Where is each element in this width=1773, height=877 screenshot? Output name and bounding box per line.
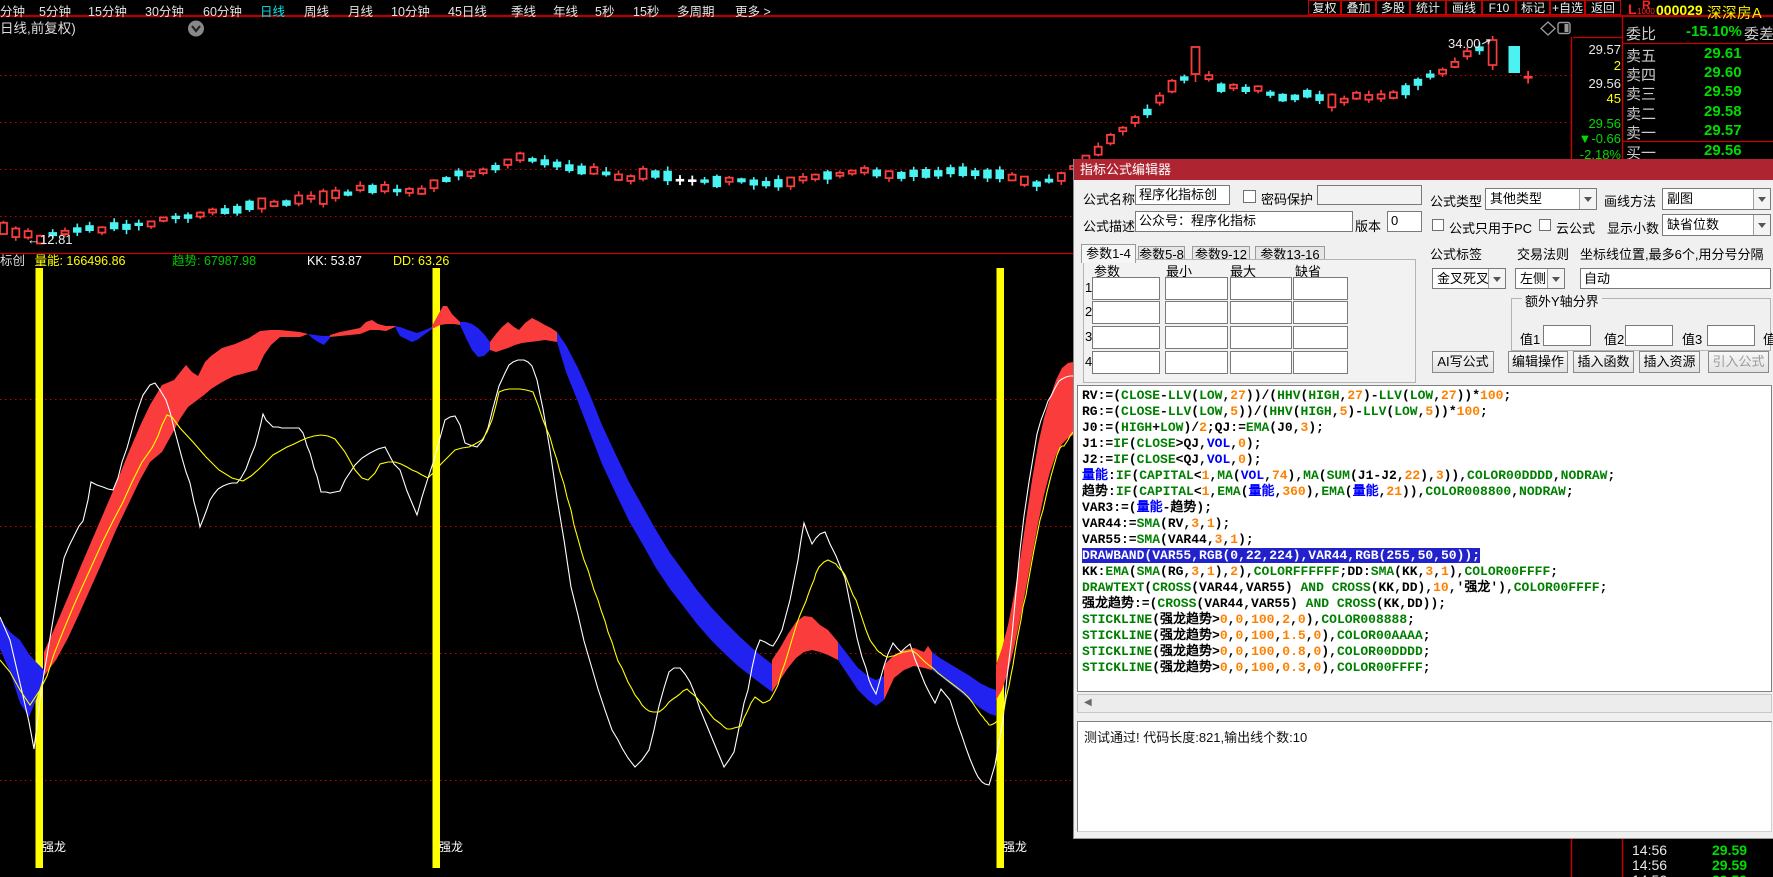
svg-text:日线,前复权): 日线,前复权)	[0, 20, 76, 36]
svg-text:34.00: 34.00	[1448, 36, 1481, 51]
svg-text:←12.81: ←12.81	[27, 232, 73, 247]
svg-text:强龙: 强龙	[439, 840, 463, 854]
svg-text:强龙: 强龙	[42, 840, 66, 854]
svg-text:标创 量能: 166496.86趋势: 67987.98KK: 标创 量能: 166496.86 趋势: 67987.98 KK: 53.87 DD:…	[0, 253, 449, 268]
svg-text:强龙: 强龙	[1003, 840, 1027, 854]
